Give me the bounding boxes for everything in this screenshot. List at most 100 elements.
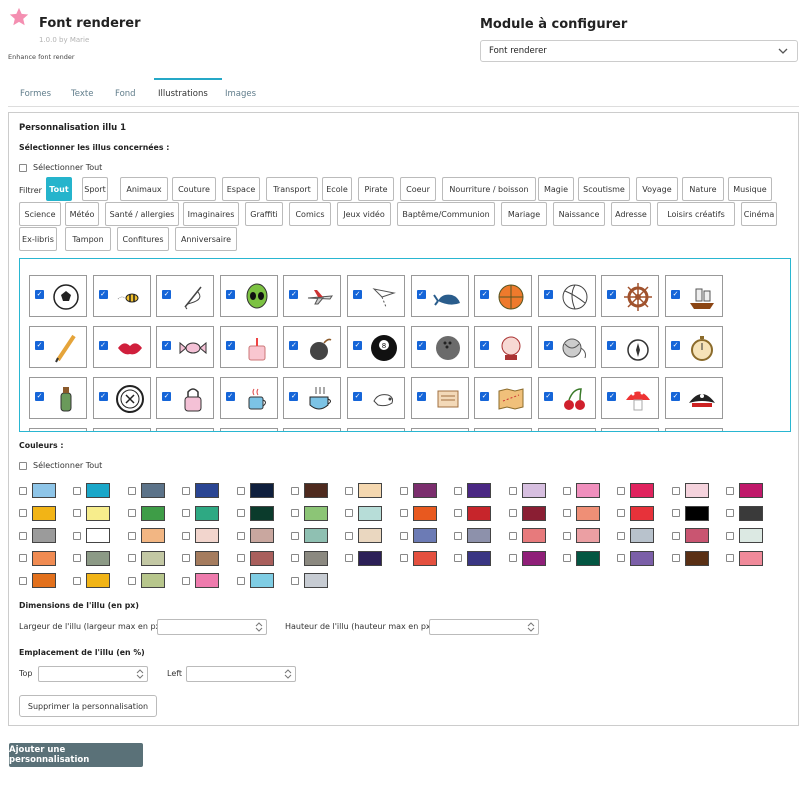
filter-chip-mariage[interactable]: Mariage — [501, 202, 547, 226]
color-checkbox[interactable] — [563, 531, 571, 540]
checkbox-checked-icon[interactable]: ✓ — [607, 392, 617, 401]
color-option[interactable] — [127, 483, 165, 498]
color-checkbox[interactable] — [236, 509, 245, 517]
checkbox-checked-icon[interactable]: ✓ — [543, 290, 553, 299]
color-option[interactable] — [399, 505, 437, 521]
color-checkbox[interactable] — [291, 531, 299, 540]
filter-chip-jeux-vid-o[interactable]: Jeux vidéo — [337, 202, 391, 226]
color-option[interactable] — [508, 550, 546, 566]
color-option[interactable] — [291, 573, 328, 588]
filter-chip-sport[interactable]: Sport — [82, 177, 108, 201]
color-checkbox[interactable] — [73, 554, 82, 562]
color-checkbox[interactable] — [345, 531, 354, 540]
checkbox-checked-icon[interactable]: ✓ — [225, 392, 235, 401]
color-checkbox[interactable] — [73, 486, 82, 495]
filter-chip-musique[interactable]: Musique — [728, 177, 772, 201]
illustration-item[interactable] — [601, 428, 660, 431]
color-option[interactable] — [291, 483, 328, 498]
color-checkbox[interactable] — [291, 576, 299, 585]
color-option[interactable] — [563, 505, 600, 521]
top-input[interactable] — [38, 666, 148, 682]
color-checkbox[interactable] — [726, 554, 735, 562]
illustration-item[interactable]: ✓ — [156, 275, 215, 317]
illustration-item[interactable] — [219, 428, 278, 431]
checkbox-checked-icon[interactable]: ✓ — [671, 341, 680, 350]
spinner-icon[interactable] — [255, 622, 263, 632]
filter-chip-transport[interactable]: Transport — [266, 177, 318, 201]
filter-chip-nourriture-boisson[interactable]: Nourriture / boisson — [442, 177, 536, 201]
color-checkbox[interactable] — [127, 509, 136, 517]
filter-chip-tout[interactable]: Tout — [46, 177, 72, 201]
color-checkbox[interactable] — [345, 554, 354, 562]
color-checkbox[interactable] — [671, 486, 680, 495]
checkbox-checked-icon[interactable]: ✓ — [162, 341, 172, 350]
color-checkbox[interactable] — [508, 509, 517, 517]
illustration-item[interactable]: ✓ — [219, 377, 278, 419]
color-option[interactable] — [291, 528, 328, 543]
color-checkbox[interactable] — [671, 509, 680, 517]
color-option[interactable] — [454, 483, 492, 498]
color-option[interactable] — [236, 483, 274, 498]
filter-chip-coeur[interactable]: Coeur — [400, 177, 436, 201]
select-all-colors-checkbox[interactable] — [19, 461, 27, 470]
checkbox-checked-icon[interactable]: ✓ — [416, 392, 426, 401]
color-option[interactable] — [617, 505, 655, 521]
illustration-item[interactable] — [474, 428, 533, 431]
illustration-item[interactable]: ✓ — [410, 275, 469, 317]
illustration-item[interactable]: ✓ — [92, 326, 151, 368]
filter-chip-m-t-o[interactable]: Météo — [65, 202, 99, 226]
illustration-item[interactable]: ✓ — [283, 275, 342, 317]
color-checkbox[interactable] — [345, 509, 354, 517]
color-checkbox[interactable] — [127, 531, 136, 540]
color-checkbox[interactable] — [563, 554, 571, 562]
color-option[interactable] — [454, 528, 492, 543]
illustration-item[interactable]: ✓ — [283, 326, 342, 368]
illustration-item[interactable]: ✓ 8 — [347, 326, 405, 368]
illustration-item[interactable]: ✓ — [665, 326, 723, 368]
color-option[interactable] — [73, 505, 111, 521]
color-checkbox[interactable] — [182, 531, 191, 540]
color-option[interactable] — [726, 483, 764, 498]
filter-chip-confitures[interactable]: Confitures — [117, 227, 169, 251]
color-option[interactable] — [563, 483, 600, 498]
filter-chip-magie[interactable]: Magie — [538, 177, 574, 201]
filter-chip-bapt-me-communion[interactable]: Baptême/Communion — [397, 202, 495, 226]
illustration-item[interactable]: ✓ — [601, 377, 660, 419]
color-option[interactable] — [399, 550, 437, 566]
color-option[interactable] — [182, 505, 220, 521]
filter-chip-naissance[interactable]: Naissance — [553, 202, 605, 226]
color-option[interactable] — [671, 505, 709, 521]
color-checkbox[interactable] — [617, 486, 626, 495]
checkbox-checked-icon[interactable]: ✓ — [671, 290, 680, 299]
color-checkbox[interactable] — [236, 486, 245, 495]
color-option[interactable] — [73, 528, 111, 543]
checkbox-checked-icon[interactable]: ✓ — [289, 290, 299, 299]
illustration-item[interactable]: ✓ — [474, 326, 533, 368]
illustration-item[interactable] — [283, 428, 342, 431]
color-option[interactable] — [563, 528, 600, 543]
checkbox-checked-icon[interactable]: ✓ — [353, 341, 362, 350]
illustration-item[interactable]: ✓ — [601, 275, 660, 317]
checkbox-checked-icon[interactable]: ✓ — [480, 290, 490, 299]
color-option[interactable] — [345, 505, 383, 521]
filter-chip-couture[interactable]: Couture — [172, 177, 216, 201]
color-checkbox[interactable] — [73, 576, 82, 585]
checkbox-checked-icon[interactable]: ✓ — [162, 290, 172, 299]
checkbox-checked-icon[interactable]: ✓ — [35, 341, 44, 350]
color-option[interactable] — [182, 573, 220, 588]
illustration-item[interactable] — [537, 428, 596, 431]
color-option[interactable] — [236, 550, 274, 566]
illustration-item[interactable]: ✓ — [29, 275, 87, 317]
color-option[interactable] — [345, 550, 383, 566]
illustration-item[interactable] — [92, 428, 151, 431]
illustration-item[interactable]: ✓ — [410, 377, 469, 419]
illustration-item[interactable]: ✓ — [665, 275, 723, 317]
color-checkbox[interactable] — [291, 486, 299, 495]
color-checkbox[interactable] — [726, 531, 735, 540]
select-all-illus[interactable]: Sélectionner Tout — [19, 163, 102, 172]
color-option[interactable] — [345, 483, 383, 498]
color-option[interactable] — [73, 483, 111, 498]
color-checkbox[interactable] — [454, 486, 463, 495]
illustration-item[interactable]: ✓ — [474, 275, 533, 317]
color-option[interactable] — [617, 550, 655, 566]
